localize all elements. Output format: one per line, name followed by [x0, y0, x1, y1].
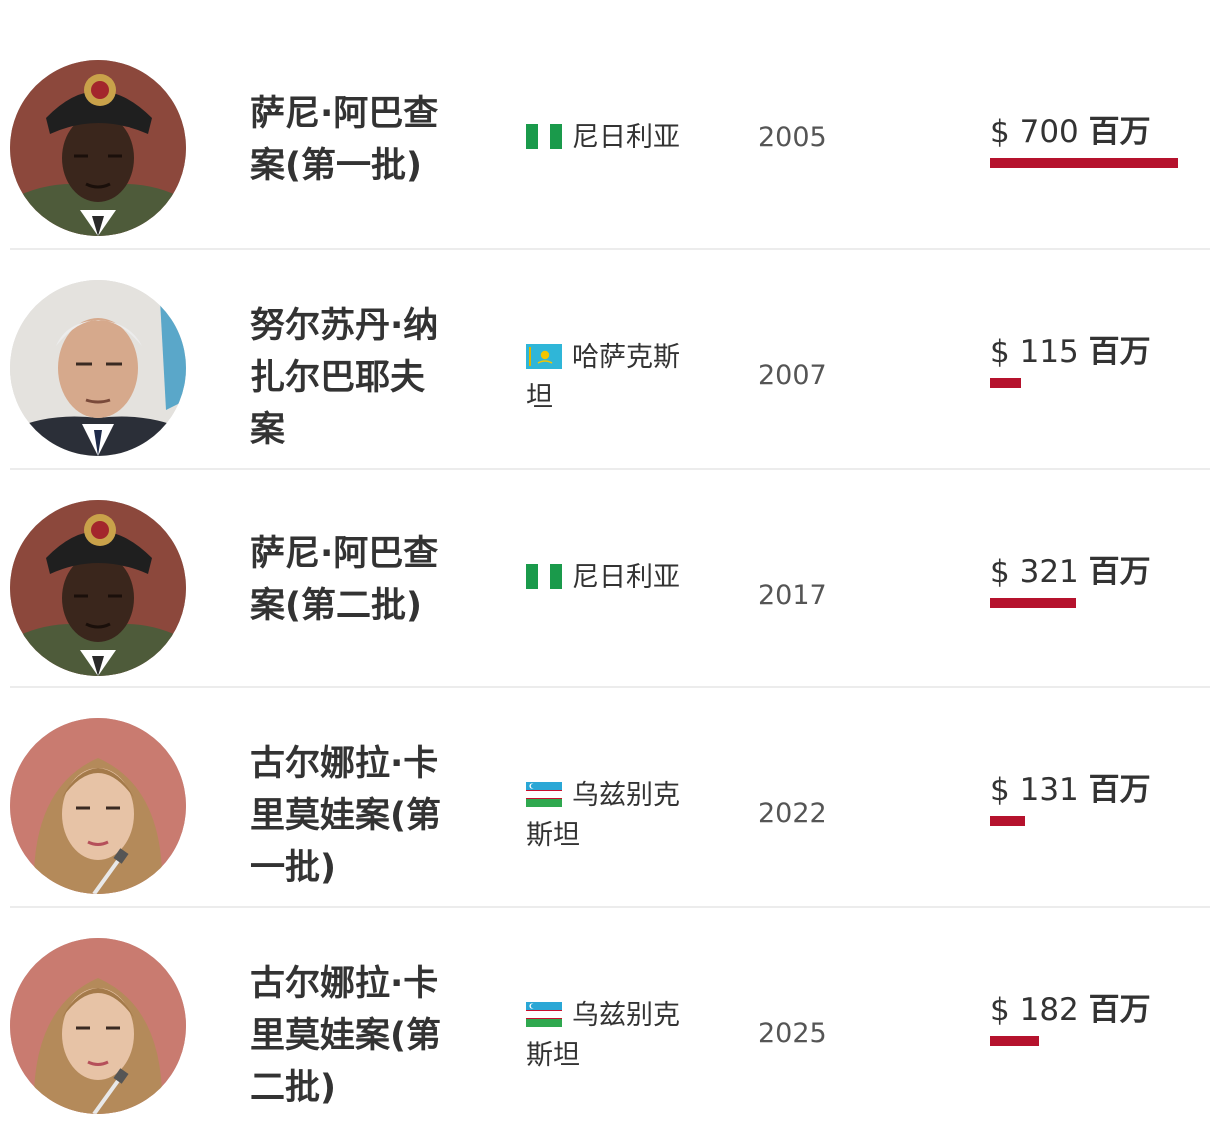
case-name: 努尔苏丹·纳扎尔巴耶夫案 [250, 306, 439, 450]
amount-unit: 百万 [1088, 114, 1151, 150]
avatar-portrait-woman-microphone [10, 718, 186, 894]
currency-symbol: $ [990, 992, 1010, 1028]
kazakhstan-flag-icon [526, 344, 562, 369]
case-name: 萨尼·阿巴查案(第二批) [250, 534, 439, 626]
bar-track [990, 816, 1178, 826]
uzbekistan-flag-icon [526, 782, 562, 807]
table-row: 萨尼·阿巴查案(第一批) 尼日利亚 2005 $ 700 百万 [10, 30, 1210, 250]
amount-value: 321 [1019, 554, 1079, 590]
asset-return-table: 萨尼·阿巴查案(第一批) 尼日利亚 2005 $ 700 百万 努尔苏丹·纳扎尔巴耶夫案… [10, 30, 1210, 1126]
value-bar [990, 378, 1021, 388]
avatar-portrait-man-military-cap [10, 60, 186, 236]
table-row: 古尔娜拉·卡里莫娃案(第二批) 乌兹别克斯坦 2025 $ 182 百万 [10, 908, 1210, 1126]
amount-unit: 百万 [1088, 334, 1151, 370]
amount-cell: $ 115 百万 [990, 332, 1190, 388]
country-cell: 哈萨克斯坦 [526, 338, 702, 418]
year-label: 2022 [758, 798, 827, 829]
case-name: 萨尼·阿巴查案(第一批) [250, 94, 439, 186]
country-cell: 乌兹别克斯坦 [526, 776, 702, 856]
year-label: 2025 [758, 1018, 827, 1049]
avatar-portrait-man-military-cap [10, 500, 186, 676]
case-name: 古尔娜拉·卡里莫娃案(第二批) [250, 964, 441, 1108]
bar-track [990, 598, 1178, 608]
avatar-portrait-man-white-hair [10, 280, 186, 456]
amount-label: $ 182 百万 [990, 990, 1190, 1030]
amount-cell: $ 321 百万 [990, 552, 1190, 608]
table-row: 古尔娜拉·卡里莫娃案(第一批) 乌兹别克斯坦 2022 $ 131 百万 [10, 688, 1210, 908]
amount-label: $ 700 百万 [990, 112, 1190, 152]
amount-value: 182 [1019, 992, 1079, 1028]
amount-value: 700 [1019, 114, 1079, 150]
currency-symbol: $ [990, 114, 1010, 150]
amount-label: $ 321 百万 [990, 552, 1190, 592]
uzbekistan-flag-icon [526, 1002, 562, 1027]
table-row: 努尔苏丹·纳扎尔巴耶夫案 哈萨克斯坦 2007 $ 115 百万 [10, 250, 1210, 470]
country-cell: 乌兹别克斯坦 [526, 996, 702, 1076]
amount-label: $ 131 百万 [990, 770, 1190, 810]
currency-symbol: $ [990, 772, 1010, 808]
bar-track [990, 158, 1178, 168]
table-row: 萨尼·阿巴查案(第二批) 尼日利亚 2017 $ 321 百万 [10, 470, 1210, 688]
amount-label: $ 115 百万 [990, 332, 1190, 372]
country-cell: 尼日利亚 [526, 558, 702, 598]
value-bar [990, 1036, 1039, 1046]
nigeria-flag-icon [526, 124, 562, 149]
value-bar [990, 598, 1076, 608]
currency-symbol: $ [990, 334, 1010, 370]
value-bar [990, 816, 1025, 826]
currency-symbol: $ [990, 554, 1010, 590]
country-name: 尼日利亚 [572, 562, 680, 593]
amount-value: 131 [1019, 772, 1079, 808]
country-cell: 尼日利亚 [526, 118, 702, 158]
value-bar [990, 158, 1178, 168]
avatar-portrait-woman-microphone [10, 938, 186, 1114]
country-name: 尼日利亚 [572, 122, 680, 153]
bar-track [990, 378, 1178, 388]
amount-cell: $ 182 百万 [990, 990, 1190, 1046]
nigeria-flag-icon [526, 564, 562, 589]
year-label: 2017 [758, 580, 827, 611]
case-name: 古尔娜拉·卡里莫娃案(第一批) [250, 744, 441, 888]
amount-cell: $ 700 百万 [990, 112, 1190, 168]
amount-cell: $ 131 百万 [990, 770, 1190, 826]
bar-track [990, 1036, 1178, 1046]
amount-unit: 百万 [1088, 772, 1151, 808]
amount-unit: 百万 [1088, 992, 1151, 1028]
amount-unit: 百万 [1088, 554, 1151, 590]
year-label: 2007 [758, 360, 827, 391]
year-label: 2005 [758, 122, 827, 153]
amount-value: 115 [1019, 334, 1079, 370]
